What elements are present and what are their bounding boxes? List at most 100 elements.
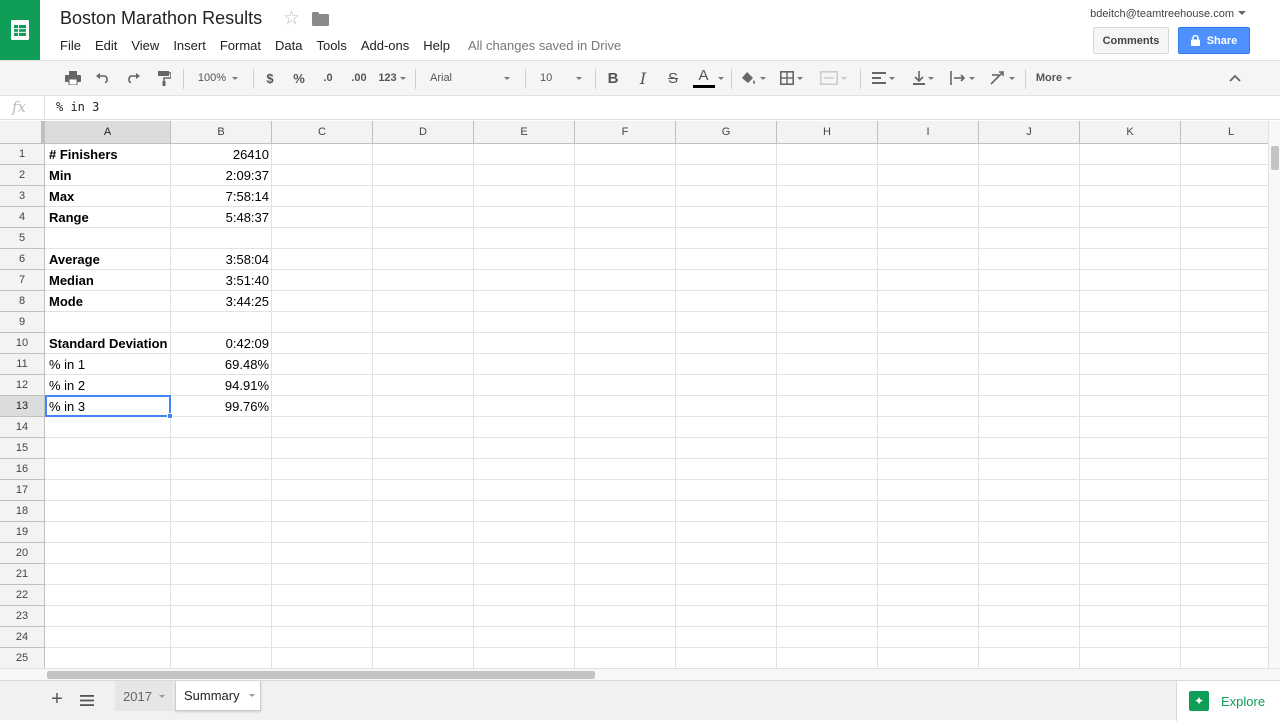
all-sheets-icon[interactable] — [80, 693, 94, 706]
chevron-down-icon[interactable] — [1238, 11, 1246, 15]
more-formats-button[interactable]: 123 — [376, 61, 408, 95]
row-header-11[interactable]: 11 — [0, 354, 44, 375]
folder-icon[interactable] — [312, 12, 329, 31]
menu-addons[interactable]: Add-ons — [361, 38, 409, 53]
select-all-corner[interactable] — [0, 121, 45, 144]
menu-file[interactable]: File — [60, 38, 81, 53]
print-icon[interactable] — [60, 61, 86, 95]
row-header-10[interactable]: 10 — [0, 333, 44, 354]
row-header-7[interactable]: 7 — [0, 270, 44, 291]
cell-b4[interactable]: 5:48:37 — [171, 207, 269, 227]
row-header-20[interactable]: 20 — [0, 543, 44, 564]
explore-button[interactable]: ✦ Explore — [1176, 681, 1280, 721]
comments-button[interactable]: Comments — [1093, 27, 1169, 54]
cell-a2[interactable]: Min — [49, 165, 171, 185]
redo-icon[interactable] — [120, 61, 146, 95]
row-header-17[interactable]: 17 — [0, 480, 44, 501]
text-rotation-icon[interactable] — [984, 61, 1020, 95]
cell-b1[interactable]: 26410 — [171, 144, 269, 164]
row-header-13[interactable]: 13 — [0, 396, 44, 417]
vertical-scrollbar[interactable] — [1268, 121, 1280, 668]
column-header-l[interactable]: L — [1181, 121, 1268, 143]
cell-area[interactable]: # Finishers 26410 Min 2:09:37 Max 7:58:14 Rang… — [45, 144, 1268, 668]
row-header-1[interactable]: 1 — [0, 144, 44, 165]
row-header-9[interactable]: 9 — [0, 312, 44, 333]
font-size-select[interactable]: 10 — [530, 61, 590, 95]
add-sheet-icon[interactable]: + — [46, 688, 68, 710]
menu-help[interactable]: Help — [423, 38, 450, 53]
undo-icon[interactable] — [90, 61, 116, 95]
column-header-c[interactable]: C — [272, 121, 373, 143]
cell-b3[interactable]: 7:58:14 — [171, 186, 269, 206]
cell-b12[interactable]: 94.91% — [171, 375, 269, 395]
formula-input[interactable]: % in 3 — [56, 100, 99, 114]
cell-a12[interactable]: % in 2 — [49, 375, 171, 395]
cell-a4[interactable]: Range — [49, 207, 171, 227]
cell-b10[interactable]: 0:42:09 — [171, 333, 269, 353]
menu-format[interactable]: Format — [220, 38, 261, 53]
cell-b6[interactable]: 3:58:04 — [171, 249, 269, 269]
column-header-g[interactable]: G — [676, 121, 777, 143]
collapse-toolbar-icon[interactable] — [1222, 61, 1248, 95]
column-header-e[interactable]: E — [474, 121, 575, 143]
column-header-j[interactable]: J — [979, 121, 1080, 143]
row-header-2[interactable]: 2 — [0, 165, 44, 186]
currency-format-button[interactable]: $ — [258, 61, 282, 95]
vertical-scrollbar-thumb[interactable] — [1271, 146, 1279, 170]
save-status[interactable]: All changes saved in Drive — [468, 38, 621, 53]
cell-b7[interactable]: 3:51:40 — [171, 270, 269, 290]
more-toolbar-button[interactable]: More — [1030, 61, 1078, 95]
cell-a7[interactable]: Median — [49, 270, 171, 290]
font-family-select[interactable]: Arial — [420, 61, 520, 95]
sheet-tab-2017[interactable]: 2017 — [115, 681, 173, 711]
column-header-k[interactable]: K — [1080, 121, 1181, 143]
row-header-8[interactable]: 8 — [0, 291, 44, 312]
row-header-4[interactable]: 4 — [0, 207, 44, 228]
zoom-select[interactable]: 100% — [188, 61, 248, 95]
row-header-12[interactable]: 12 — [0, 375, 44, 396]
document-title[interactable]: Boston Marathon Results — [60, 8, 262, 29]
row-header-5[interactable]: 5 — [0, 228, 44, 249]
decrease-decimal-button[interactable]: .0 — [316, 61, 340, 95]
text-color-button[interactable]: A — [690, 61, 726, 95]
column-header-h[interactable]: H — [777, 121, 878, 143]
borders-icon[interactable] — [774, 61, 808, 95]
row-header-18[interactable]: 18 — [0, 501, 44, 522]
cell-a11[interactable]: % in 1 — [49, 354, 171, 374]
active-cell-selection[interactable] — [45, 395, 171, 417]
cell-b13[interactable]: 99.76% — [171, 396, 269, 416]
row-header-21[interactable]: 21 — [0, 564, 44, 585]
fill-handle[interactable] — [167, 413, 173, 419]
horizontal-scrollbar[interactable] — [0, 668, 1280, 680]
column-header-f[interactable]: F — [575, 121, 676, 143]
row-header-22[interactable]: 22 — [0, 585, 44, 606]
vertical-align-icon[interactable] — [905, 61, 941, 95]
italic-button[interactable]: I — [631, 61, 655, 95]
paint-format-icon[interactable] — [151, 61, 177, 95]
text-wrapping-icon[interactable] — [944, 61, 980, 95]
account-email[interactable]: bdeitch@teamtreehouse.com — [1090, 8, 1234, 20]
strikethrough-button[interactable]: S — [661, 61, 685, 95]
menu-edit[interactable]: Edit — [95, 38, 117, 53]
cell-b8[interactable]: 3:44:25 — [171, 291, 269, 311]
bold-button[interactable]: B — [601, 61, 625, 95]
cell-a8[interactable]: Mode — [49, 291, 171, 311]
row-header-14[interactable]: 14 — [0, 417, 44, 438]
column-header-a[interactable]: A — [45, 121, 171, 143]
column-header-b[interactable]: B — [171, 121, 272, 143]
menu-insert[interactable]: Insert — [173, 38, 206, 53]
cell-b11[interactable]: 69.48% — [171, 354, 269, 374]
star-icon[interactable]: ☆ — [283, 9, 300, 29]
horizontal-scrollbar-thumb[interactable] — [47, 671, 595, 679]
horizontal-align-icon[interactable] — [865, 61, 901, 95]
menu-tools[interactable]: Tools — [316, 38, 346, 53]
row-header-23[interactable]: 23 — [0, 606, 44, 627]
row-header-16[interactable]: 16 — [0, 459, 44, 480]
row-header-19[interactable]: 19 — [0, 522, 44, 543]
cell-b2[interactable]: 2:09:37 — [171, 165, 269, 185]
column-header-d[interactable]: D — [373, 121, 474, 143]
row-header-6[interactable]: 6 — [0, 249, 44, 270]
column-header-i[interactable]: I — [878, 121, 979, 143]
cell-a10[interactable]: Standard Deviation — [49, 333, 171, 353]
row-header-15[interactable]: 15 — [0, 438, 44, 459]
